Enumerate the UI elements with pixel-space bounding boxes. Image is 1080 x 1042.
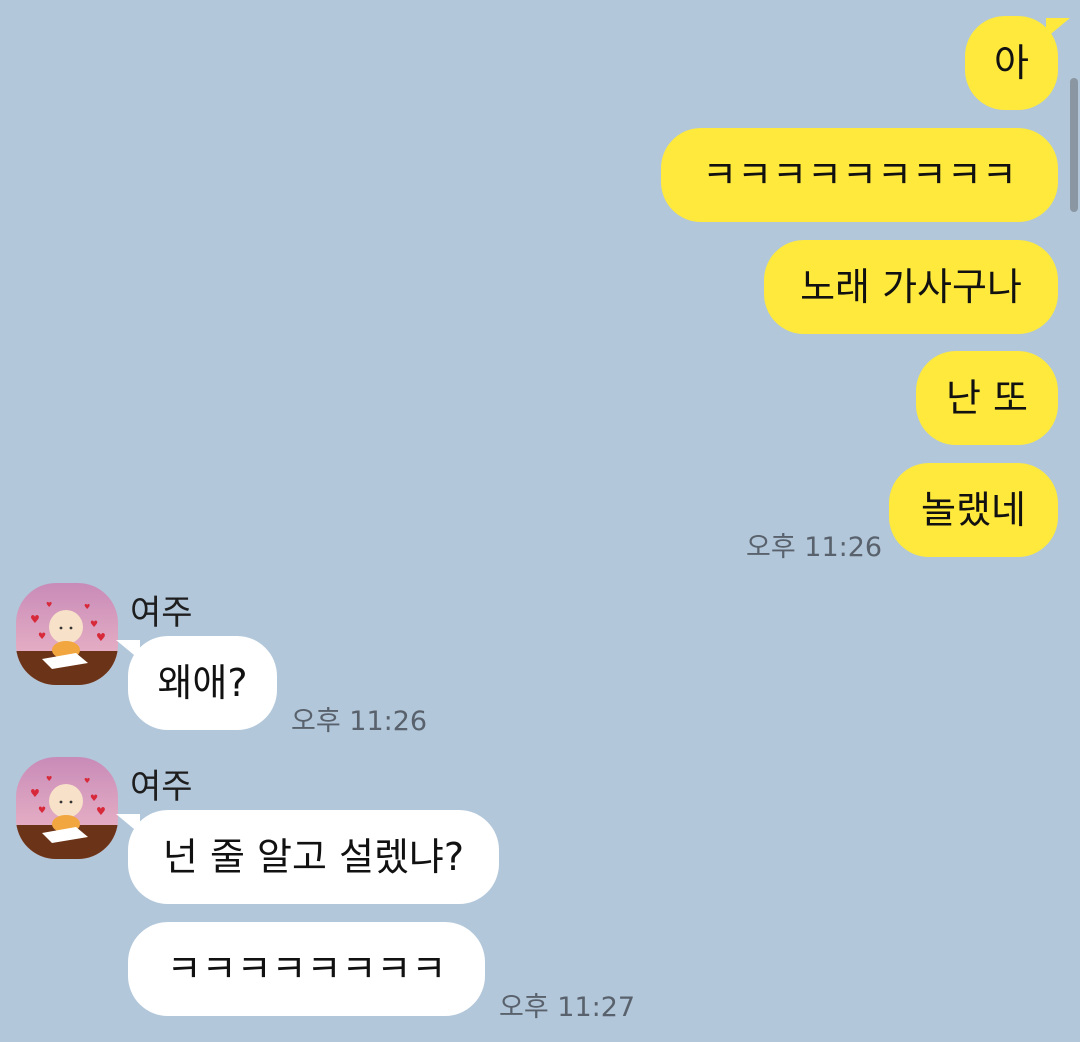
svg-text:♥: ♥ — [96, 805, 106, 818]
sent-message[interactable]: 노래 가사구나 — [764, 240, 1058, 334]
message-timestamp: 오후 11:26 — [746, 532, 883, 563]
received-message[interactable]: ㅋㅋㅋㅋㅋㅋㅋㅋ — [128, 922, 485, 1016]
svg-text:♥: ♥ — [30, 787, 40, 800]
svg-text:♥: ♥ — [46, 775, 52, 783]
message-timestamp: 오후 11:27 — [499, 992, 636, 1023]
sender-name: 여주 — [130, 593, 193, 633]
svg-text:♥: ♥ — [84, 603, 90, 611]
svg-text:♥: ♥ — [84, 777, 90, 785]
baby-drawing-avatar-icon: ♥ ♥ ♥ ♥ ♥ ♥ — [16, 757, 118, 859]
bubble-tail — [1046, 18, 1070, 38]
svg-text:♥: ♥ — [38, 632, 46, 642]
svg-text:♥: ♥ — [38, 806, 46, 816]
svg-text:♥: ♥ — [96, 631, 106, 644]
avatar[interactable]: ♥ ♥ ♥ ♥ ♥ ♥ — [16, 583, 118, 685]
sent-message[interactable]: ㅋㅋㅋㅋㅋㅋㅋㅋㅋ — [661, 128, 1058, 222]
sender-name: 여주 — [130, 767, 193, 807]
bubble-tail — [116, 814, 140, 834]
svg-text:♥: ♥ — [90, 620, 98, 630]
svg-text:♥: ♥ — [30, 613, 40, 626]
sent-message[interactable]: 난 또 — [916, 351, 1058, 445]
avatar[interactable]: ♥ ♥ ♥ ♥ ♥ ♥ — [16, 757, 118, 859]
received-message[interactable]: 넌 줄 알고 설렜냐? — [128, 810, 499, 904]
received-message[interactable]: 왜애? — [128, 636, 277, 730]
chat-scrollbar[interactable] — [1070, 78, 1078, 212]
svg-text:♥: ♥ — [90, 794, 98, 804]
baby-drawing-avatar-icon: ♥ ♥ ♥ ♥ ♥ ♥ — [16, 583, 118, 685]
sent-message[interactable]: 아 — [965, 16, 1058, 110]
svg-text:♥: ♥ — [46, 601, 52, 609]
message-timestamp: 오후 11:26 — [291, 706, 428, 737]
bubble-tail — [116, 640, 140, 660]
sent-message[interactable]: 놀랬네 — [889, 463, 1058, 557]
